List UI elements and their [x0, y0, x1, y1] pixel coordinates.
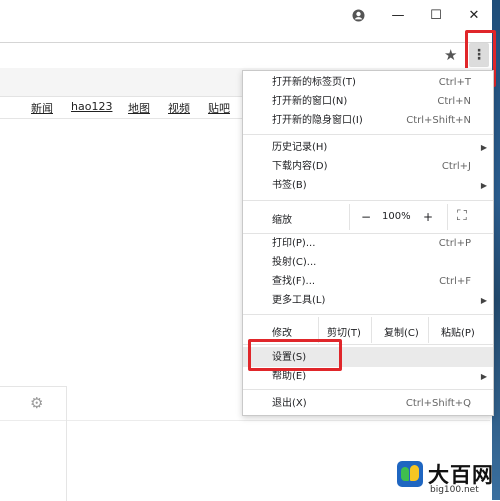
menu-item-cast[interactable]: 投射(C)... [243, 253, 493, 272]
menu-separator [243, 389, 493, 390]
settings-highlight-box [248, 339, 342, 371]
zoom-value: 100% [382, 211, 411, 222]
menu-zoom-row: 缩放 − 100% + ⛶ [243, 204, 493, 230]
submenu-arrow-icon: ▶ [480, 296, 487, 305]
nav-link-tieba[interactable]: 贴吧 [208, 100, 230, 116]
bookmark-star-icon[interactable]: ★ [444, 46, 457, 64]
zoom-cell-divider [349, 204, 350, 230]
zoom-cell-divider [447, 204, 448, 230]
menu-item-find[interactable]: 查找(F)... Ctrl+F [243, 272, 493, 291]
paste-button[interactable]: 粘贴(P) [441, 324, 475, 339]
edit-label: 修改 [272, 328, 292, 339]
close-button[interactable]: ✕ [458, 3, 490, 27]
minimize-button[interactable]: — [382, 3, 414, 27]
menu-item-downloads[interactable]: 下载内容(D) Ctrl+J [243, 157, 493, 176]
menu-item-bookmarks[interactable]: 书签(B) ▶ [243, 176, 493, 195]
gear-icon[interactable]: ⚙ [30, 394, 43, 412]
nav-link-news[interactable]: 新闻 [31, 100, 53, 116]
nav-link-hao123[interactable]: hao123 [71, 100, 112, 113]
watermark-logo-icon [397, 461, 423, 487]
submenu-arrow-icon: ▶ [480, 372, 487, 381]
menu-separator [243, 314, 493, 315]
cut-button[interactable]: 剪切(T) [327, 324, 361, 339]
menu-separator [243, 134, 493, 135]
content-divider [0, 420, 490, 421]
window-titlebar: — ☐ ✕ [0, 0, 492, 30]
zoom-out-button[interactable]: − [361, 210, 371, 224]
submenu-arrow-icon: ▶ [480, 143, 487, 152]
menu-item-exit[interactable]: 退出(X) Ctrl+Shift+Q [243, 394, 493, 413]
edit-cell-divider [371, 317, 372, 343]
fullscreen-icon[interactable]: ⛶ [457, 208, 467, 224]
copy-button[interactable]: 复制(C) [384, 324, 419, 339]
nav-link-map[interactable]: 地图 [128, 100, 150, 116]
zoom-in-button[interactable]: + [423, 210, 433, 224]
watermark-url: big100.net [430, 485, 479, 495]
edit-cell-divider [428, 317, 429, 343]
maximize-button[interactable]: ☐ [420, 3, 452, 27]
menu-item-history[interactable]: 历史记录(H) ▶ [243, 138, 493, 157]
zoom-label: 缩放 [272, 215, 292, 226]
menu-separator [243, 200, 493, 201]
menu-item-more-tools[interactable]: 更多工具(L) ▶ [243, 291, 493, 310]
menu-item-new-tab[interactable]: 打开新的标签页(T) Ctrl+T [243, 73, 493, 92]
submenu-arrow-icon: ▶ [480, 181, 487, 190]
address-bar[interactable]: ★ ⋮ [0, 42, 492, 70]
menu-item-print[interactable]: 打印(P)... Ctrl+P [243, 234, 493, 253]
menu-item-incognito[interactable]: 打开新的隐身窗口(I) Ctrl+Shift+N [243, 111, 493, 130]
menu-item-new-window[interactable]: 打开新的窗口(N) Ctrl+N [243, 92, 493, 111]
account-circle-icon[interactable] [342, 3, 374, 27]
nav-link-video[interactable]: 视频 [168, 100, 190, 116]
